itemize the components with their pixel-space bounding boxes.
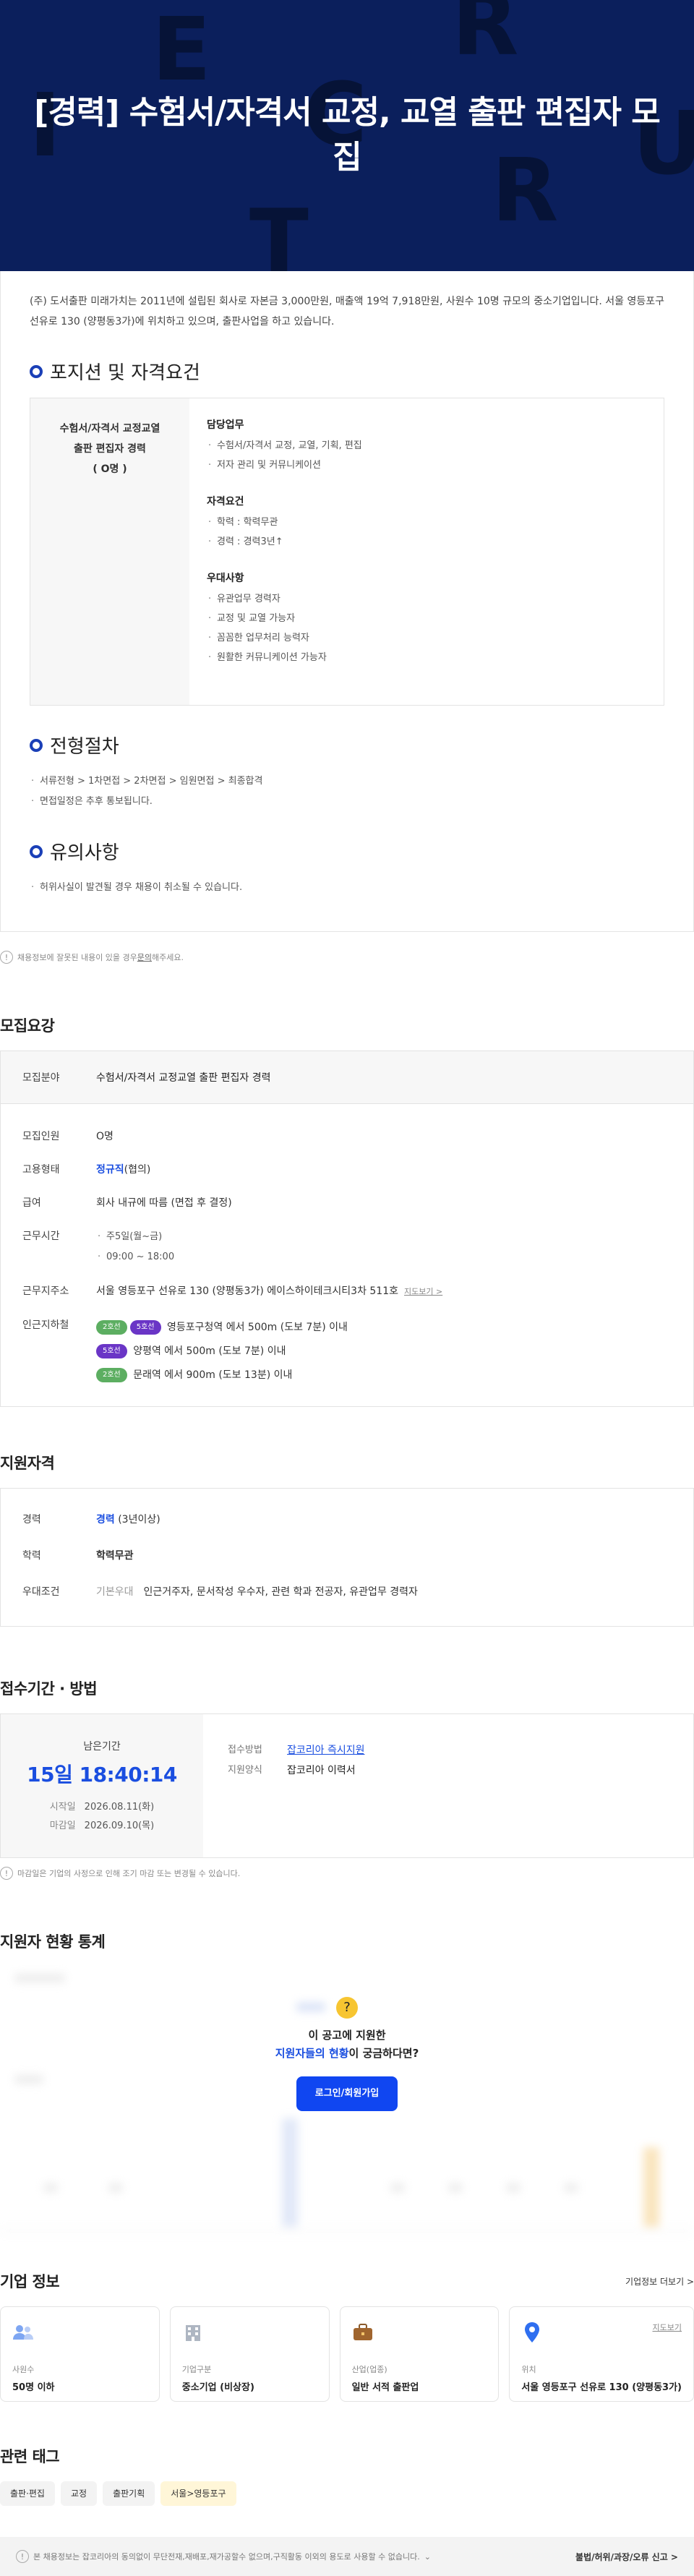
education-row: 학력 학력무관 xyxy=(22,1550,134,1562)
requirements-section: 모집요강 모집분야 수험서/자격서 교정교열 출판 편집자 경력 모집인원 O명… xyxy=(0,1014,694,1407)
employment-row: 고용형태 정규직(협의) xyxy=(22,1164,151,1176)
process-steps: 서류전형 > 1차면접 > 2차면접 > 임원면접 > 최종합격 xyxy=(30,771,664,792)
section-title-position: 포지션 및 자격요건 xyxy=(30,358,664,385)
tag-item[interactable]: 출판·편집 xyxy=(0,2481,55,2506)
page-title: [경력] 수험서/자격서 교정, 교열 출판 편집자 모집 xyxy=(34,94,661,176)
section-heading: 기업 정보 xyxy=(0,2273,60,2290)
company-card-type: 기업구분 중소기업 (비상장) xyxy=(169,2306,330,2402)
location-pin-icon xyxy=(521,2322,543,2343)
position-name-cell: 수험서/자격서 교정교열 출판 편집자 경력 ( O명 ) xyxy=(30,398,189,705)
tag-list: 출판·편집 교정 출판기획 서울>영등포구 xyxy=(0,2481,694,2506)
section-title-caution: 유의사항 xyxy=(30,838,664,865)
deadline-notice: ! 마감일은 기업의 사정으로 인해 조기 마감 또는 변경될 수 있습니다. xyxy=(0,1858,694,1880)
tag-item[interactable]: 출판기획 xyxy=(103,2481,155,2506)
briefcase-icon xyxy=(352,2322,374,2343)
info-icon: ! xyxy=(0,1867,13,1880)
tag-item[interactable]: 서울>영등포구 xyxy=(160,2481,236,2506)
section-title-process: 전형절차 xyxy=(30,732,664,758)
career-row: 경력 경력 (3년이상) xyxy=(22,1514,160,1526)
list-item: 교정 및 교열 가능자 xyxy=(207,609,646,628)
process-note: 면접일정은 추후 통보됩니다. xyxy=(30,792,664,812)
job-posting-page: E R C U R I T [경력] 수험서/자격서 교정, 교열 출판 편집자… xyxy=(0,0,694,2576)
subway-item: 2호선 5호선 영등포구청역 에서 500m (도보 7분) 이내 xyxy=(96,1316,348,1340)
section-heading: 관련 태그 xyxy=(0,2448,60,2465)
section-heading: 접수기간 · 방법 xyxy=(0,1680,98,1698)
company-card-location: 지도보기 위치 서울 영등포구 선유로 130 (양평동3가) xyxy=(509,2306,694,2402)
line-badge: 5호선 xyxy=(96,1344,127,1358)
map-link[interactable]: 지도보기 xyxy=(653,2322,682,2333)
requirements-box: 모집분야 수험서/자격서 교정교열 출판 편집자 경력 모집인원 O명 고용형태… xyxy=(0,1050,694,1407)
company-card-employees: 사원수 50명 이하 xyxy=(0,2306,160,2402)
company-card-industry: 산업(업종) 일반 서적 출판업 xyxy=(339,2306,500,2402)
group-requirements: 자격요건 학력 : 학력무관 경력 : 경력3년↑ xyxy=(207,494,646,552)
chevron-down-icon[interactable]: ⌄ xyxy=(424,2552,431,2562)
section-heading: 모집요강 xyxy=(0,1017,55,1035)
hours-row: 근무시간 주5일(월~금) 09:00 ~ 18:00 xyxy=(22,1227,672,1267)
hero-banner: E R C U R I T [경력] 수험서/자격서 교정, 교열 출판 편집자… xyxy=(0,0,694,271)
company-more-link[interactable]: 기업정보 더보기 > xyxy=(625,2275,694,2288)
deco-letter: E xyxy=(152,0,211,100)
list-item: 유관업무 경력자 xyxy=(207,589,646,609)
application-period-section: 접수기간 · 방법 남은기간 15일 18:40:14 시작일 2026.08.1… xyxy=(0,1677,694,1880)
login-signup-button[interactable]: 로그인/회원가입 xyxy=(296,2076,398,2111)
field-row: 모집분야 수험서/자격서 교정교열 출판 편집자 경력 xyxy=(1,1051,693,1104)
subway-item: 5호선 양평역 에서 500m (도보 7분) 이내 xyxy=(96,1340,348,1364)
list-item: 저자 관리 및 커뮤니케이션 xyxy=(207,455,646,475)
caution-text: 허위사실이 발견될 경우 채용이 취소될 수 있습니다. xyxy=(30,878,664,898)
section-heading: 지원자 현황 통계 xyxy=(0,1933,106,1951)
company-info-section: 기업 정보 기업정보 더보기 > 사원수 50명 이하 기업구분 중소기업 (비… xyxy=(0,2270,694,2402)
countdown: 15일 18:40:14 xyxy=(27,1763,177,1786)
list-item: 경력 : 경력3년↑ xyxy=(207,532,646,552)
map-link[interactable]: 지도보기 > xyxy=(404,1287,442,1296)
ring-bullet-icon xyxy=(30,738,43,752)
line-badge: 2호선 xyxy=(96,1368,127,1382)
address-row: 근무지주소 서울 영등포구 선유로 130 (양평동3가) 에이스하이테크시티3… xyxy=(22,1285,443,1297)
related-tags-section: 관련 태그 출판·편집 교정 출판기획 서울>영등포구 xyxy=(0,2445,694,2506)
report-link[interactable]: 문의 xyxy=(137,951,152,963)
bottom-notice-bar: ! 본 채용정보는 잡코리아의 동의없이 무단전재,재배포,재가공할수 없으며,… xyxy=(0,2537,694,2576)
company-intro: (주) 도서출판 미래가치는 2011년에 설립된 회사로 자본금 3,000만… xyxy=(30,296,665,328)
job-detail-content: (주) 도서출판 미래가치는 2011년에 설립된 회사로 자본금 3,000만… xyxy=(0,271,694,932)
qualification-box: 경력 경력 (3년이상) 학력 학력무관 우대조건 기본우대 인근거주자, 문서작… xyxy=(0,1488,694,1627)
company-cards: 사원수 50명 이하 기업구분 중소기업 (비상장) 산업(업종) 일반 서적 … xyxy=(0,2306,694,2402)
report-button[interactable]: 불법/허위/과장/오류 신고 > xyxy=(575,2551,678,2563)
headcount-row: 모집인원 O명 xyxy=(22,1131,113,1142)
login-overlay: ? 이 공고에 지원한 지원자들의 현황이 궁금하다면? 로그인/회원가입 xyxy=(0,1997,694,2111)
ring-bullet-icon xyxy=(30,364,43,378)
ring-bullet-icon xyxy=(30,844,43,858)
list-item: 꼼꼼한 업무처리 능력자 xyxy=(207,628,646,648)
list-item: 원활한 커뮤니케이션 가능자 xyxy=(207,648,646,667)
group-duties: 담당업무 수험서/자격서 교정, 교열, 기획, 편집 저자 관리 및 커뮤니케… xyxy=(207,417,646,475)
remaining-time-panel: 남은기간 15일 18:40:14 시작일 2026.08.11(화) 마감일 20… xyxy=(1,1714,203,1857)
qualification-section: 지원자격 경력 경력 (3년이상) 학력 학력무관 우대조건 기본우대 인근거주자… xyxy=(0,1452,694,1627)
method-panel: 접수방법 잡코리아 즉시지원 지원양식 잡코리아 이력서 xyxy=(203,1714,390,1857)
salary-row: 급여 회사 내규에 따름 (면접 후 결정) xyxy=(22,1197,232,1209)
people-icon xyxy=(12,2322,34,2343)
building-icon xyxy=(182,2322,204,2343)
thinking-face-icon: ? xyxy=(336,1997,358,2019)
deco-letter: T xyxy=(249,192,309,272)
section-heading: 지원자격 xyxy=(0,1455,55,1472)
preference-row: 우대조건 기본우대 인근거주자, 문서작성 우수자, 관련 학과 전공자, 유관업… xyxy=(22,1586,418,1598)
position-table: 수험서/자격서 교정교열 출판 편집자 경력 ( O명 ) 담당업무 수험서/자… xyxy=(30,398,664,706)
tag-item[interactable]: 교정 xyxy=(60,2481,98,2506)
list-item: 학력 : 학력무관 xyxy=(207,513,646,532)
subway-item: 2호선 문래역 에서 900m (도보 13분) 이내 xyxy=(96,1364,348,1387)
apply-method-link[interactable]: 잡코리아 즉시지원 xyxy=(287,1740,365,1760)
report-notice: ! 채용정보에 잘못된 내용이 있을 경우 문의 해주세요. xyxy=(0,932,694,964)
position-detail-cell: 담당업무 수험서/자격서 교정, 교열, 기획, 편집 저자 관리 및 커뮤니케… xyxy=(189,398,664,705)
period-box: 남은기간 15일 18:40:14 시작일 2026.08.11(화) 마감일 20… xyxy=(0,1713,694,1858)
info-icon: ! xyxy=(0,951,13,964)
group-preferences: 우대사항 유관업무 경력자 교정 및 교열 가능자 꼼꼼한 업무처리 능력자 원… xyxy=(207,570,646,667)
applicant-stats-section: 지원자 현황 통계 ? 이 공고에 지원한 지원자들의 현황이 궁금하다면? 로… xyxy=(0,1930,694,2241)
stats-locked-area: ? 이 공고에 지원한 지원자들의 현황이 궁금하다면? 로그인/회원가입 xyxy=(0,1967,694,2241)
subway-row: 인근지하철 2호선 5호선 영등포구청역 에서 500m (도보 7분) 이내 5… xyxy=(22,1316,672,1387)
line-badge: 5호선 xyxy=(129,1320,161,1335)
info-icon: ! xyxy=(16,2550,29,2563)
line-badge: 2호선 xyxy=(96,1320,127,1335)
deco-letter: R xyxy=(452,0,519,75)
list-item: 수험서/자격서 교정, 교열, 기획, 편집 xyxy=(207,436,646,455)
